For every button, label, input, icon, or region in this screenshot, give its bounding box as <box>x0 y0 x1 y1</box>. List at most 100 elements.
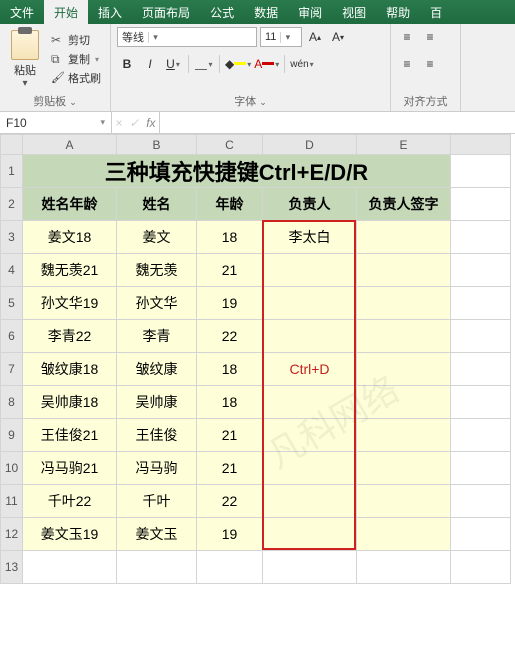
underline-button[interactable]: U▾ <box>163 54 183 74</box>
row-header-9[interactable]: 9 <box>1 419 23 452</box>
cell-c12[interactable]: 19 <box>197 518 263 551</box>
name-box[interactable]: F10▾ <box>0 112 112 133</box>
cell-c9[interactable]: 21 <box>197 419 263 452</box>
worksheet[interactable]: 凡科网络 ABCDE1三种填充快捷键Ctrl+E/D/R2姓名年龄姓名年龄负责人… <box>0 134 515 584</box>
phonetic-button[interactable]: wén▾ <box>290 54 313 74</box>
cell-e7[interactable] <box>357 353 451 386</box>
cell-d4[interactable] <box>263 254 357 287</box>
cell-c10[interactable]: 21 <box>197 452 263 485</box>
header-cell-2[interactable]: 年龄 <box>197 188 263 221</box>
row-header-2[interactable]: 2 <box>1 188 23 221</box>
row-header-5[interactable]: 5 <box>1 287 23 320</box>
cell-c7[interactable]: 18 <box>197 353 263 386</box>
cell[interactable] <box>451 155 511 188</box>
cut-button[interactable]: 剪切 <box>48 31 104 49</box>
cell-c11[interactable]: 22 <box>197 485 263 518</box>
tab-more[interactable]: 百 <box>420 0 452 24</box>
cell-d5[interactable] <box>263 287 357 320</box>
cell-b6[interactable]: 李青 <box>117 320 197 353</box>
cell-b3[interactable]: 姜文 <box>117 221 197 254</box>
cell[interactable] <box>451 353 511 386</box>
tab-insert[interactable]: 插入 <box>88 0 132 24</box>
cell-c3[interactable]: 18 <box>197 221 263 254</box>
row-header-8[interactable]: 8 <box>1 386 23 419</box>
cell[interactable] <box>451 254 511 287</box>
col-header-D[interactable]: D <box>263 135 357 155</box>
paste-button[interactable]: 粘贴 ▾ <box>6 27 44 91</box>
border-button[interactable]: ▾ <box>194 54 214 74</box>
row-header-11[interactable]: 11 <box>1 485 23 518</box>
header-cell-1[interactable]: 姓名 <box>117 188 197 221</box>
col-header-C[interactable]: C <box>197 135 263 155</box>
cell-b5[interactable]: 孙文华 <box>117 287 197 320</box>
align-middle-button[interactable]: ≡ <box>420 27 440 47</box>
cell-a10[interactable]: 冯马驹21 <box>23 452 117 485</box>
cell-c4[interactable]: 21 <box>197 254 263 287</box>
bold-button[interactable]: B <box>117 54 137 74</box>
tab-layout[interactable]: 页面布局 <box>132 0 200 24</box>
cell-c8[interactable]: 18 <box>197 386 263 419</box>
cell[interactable] <box>451 518 511 551</box>
font-color-button[interactable]: A▾ <box>254 54 279 74</box>
cell-d11[interactable] <box>263 485 357 518</box>
row-header-7[interactable]: 7 <box>1 353 23 386</box>
tab-formula[interactable]: 公式 <box>200 0 244 24</box>
cell-e6[interactable] <box>357 320 451 353</box>
tab-help[interactable]: 帮助 <box>376 0 420 24</box>
cell-d6[interactable] <box>263 320 357 353</box>
increase-font-button[interactable]: A▴ <box>305 27 325 47</box>
cell-b9[interactable]: 王佳俊 <box>117 419 197 452</box>
cell[interactable] <box>451 320 511 353</box>
decrease-font-button[interactable]: A▾ <box>328 27 348 47</box>
cell[interactable] <box>451 386 511 419</box>
paste-dropdown[interactable]: ▾ <box>22 78 27 89</box>
cell-d7[interactable]: Ctrl+D <box>263 353 357 386</box>
cell-a8[interactable]: 吴帅康18 <box>23 386 117 419</box>
cell-d12[interactable] <box>263 518 357 551</box>
cell-b12[interactable]: 姜文玉 <box>117 518 197 551</box>
fx-icon[interactable]: fx <box>146 116 155 130</box>
cell-a6[interactable]: 李青22 <box>23 320 117 353</box>
cell-d10[interactable] <box>263 452 357 485</box>
cell[interactable] <box>451 452 511 485</box>
chevron-down-icon[interactable]: ▾ <box>100 117 105 128</box>
cell-e4[interactable] <box>357 254 451 287</box>
cell[interactable] <box>451 221 511 254</box>
title-cell[interactable]: 三种填充快捷键Ctrl+E/D/R <box>23 155 451 188</box>
cell-b4[interactable]: 魏无羡 <box>117 254 197 287</box>
cell-a4[interactable]: 魏无羡21 <box>23 254 117 287</box>
cell-e10[interactable] <box>357 452 451 485</box>
row-header-1[interactable]: 1 <box>1 155 23 188</box>
cell-a3[interactable]: 姜文18 <box>23 221 117 254</box>
row-header-13[interactable]: 13 <box>1 551 23 584</box>
formula-input[interactable] <box>160 112 515 133</box>
col-header-B[interactable]: B <box>117 135 197 155</box>
cell-a5[interactable]: 孙文华19 <box>23 287 117 320</box>
cell-c5[interactable]: 19 <box>197 287 263 320</box>
col-header-E[interactable]: E <box>357 135 451 155</box>
cell-e5[interactable] <box>357 287 451 320</box>
cell-b7[interactable]: 皱纹康 <box>117 353 197 386</box>
italic-button[interactable]: I <box>140 54 160 74</box>
cell-a7[interactable]: 皱纹康18 <box>23 353 117 386</box>
fill-color-button[interactable]: ◆▾ <box>225 54 251 74</box>
cell[interactable] <box>451 485 511 518</box>
col-header-A[interactable]: A <box>23 135 117 155</box>
cell-a12[interactable]: 姜文玉19 <box>23 518 117 551</box>
row-header-12[interactable]: 12 <box>1 518 23 551</box>
cell-d3[interactable]: 李太白 <box>263 221 357 254</box>
cell-b11[interactable]: 千叶 <box>117 485 197 518</box>
col-header-extra[interactable] <box>451 135 511 155</box>
copy-button[interactable]: 复制▾ <box>48 50 104 68</box>
align-center-button[interactable]: ≡ <box>420 54 440 74</box>
header-cell-0[interactable]: 姓名年龄 <box>23 188 117 221</box>
row-header-10[interactable]: 10 <box>1 452 23 485</box>
tab-file[interactable]: 文件 <box>0 0 44 24</box>
cell-a11[interactable]: 千叶22 <box>23 485 117 518</box>
tab-review[interactable]: 审阅 <box>288 0 332 24</box>
format-painter-button[interactable]: 格式刷 <box>48 69 104 87</box>
cell[interactable] <box>451 188 511 221</box>
align-left-button[interactable]: ≡ <box>397 54 417 74</box>
tab-view[interactable]: 视图 <box>332 0 376 24</box>
cell[interactable] <box>451 419 511 452</box>
